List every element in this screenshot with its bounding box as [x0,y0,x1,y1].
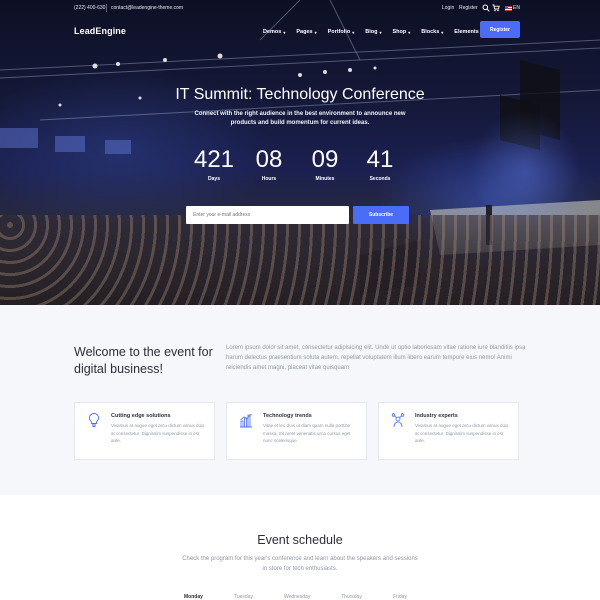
people-network-icon [391,413,405,428]
nav-item-elements[interactable]: Elements▾ [454,27,482,37]
hero-subtitle: Connect with the right audience in the b… [194,111,406,126]
bar-chart-icon [240,413,252,428]
tab-wednesday[interactable]: Wednesday [284,594,310,600]
feature-card: Industry experts Vivamus at augue eget a… [378,402,519,460]
welcome-section: Welcome to the event for digital busines… [0,305,600,495]
hero-section: (222) 400-630 contact@leadengine-theme.c… [0,0,600,305]
top-bar: (222) 400-630 contact@leadengine-theme.c… [0,0,600,18]
nav-item-label: Blog [365,29,378,35]
chevron-down-icon: ▾ [408,29,411,35]
nav-item-shop[interactable]: Shop ▾ [392,27,410,37]
welcome-text: Lorem ipsum dolor sit amet, consectetur … [226,345,526,371]
language-selector[interactable]: EN [513,5,520,11]
card-body: Vivamus at augue eget arcu dictum varius… [415,423,509,443]
countdown-hours: 08 Hours [239,146,299,183]
schedule-day-tabs: Monday Tuesday Wednesday Thursday Friday [0,594,600,600]
countdown-label: Days [208,176,220,182]
nav-item-label: Blocks [421,29,440,35]
nav-item-label: Elements [454,29,479,35]
nav-item-portfolio[interactable]: Portfolio ▾ [328,27,355,37]
nav-menu: Demos ▾ Pages ▾ Portfolio ▾ Blog ▾ Shop ▾ Blo… [263,27,483,37]
nav-item-demos[interactable]: Demos ▾ [263,27,285,37]
tab-tuesday[interactable]: Tuesday [234,594,253,600]
site-logo[interactable]: LeadEngine [74,26,126,36]
card-title: Technology trends [263,413,312,419]
search-icon[interactable] [482,4,490,12]
register-button[interactable]: Register [480,21,520,38]
countdown-seconds: 41 Seconds [350,146,410,183]
nav-item-label: Pages [296,29,313,35]
chevron-down-icon: ▾ [283,29,286,35]
nav-item-blog[interactable]: Blog ▾ [365,27,381,37]
nav-item-pages[interactable]: Pages ▾ [296,27,316,37]
us-flag-icon[interactable] [505,6,512,11]
card-body: Vivamus at augue eget arcu dictum varius… [111,423,205,443]
topbar-divider [106,4,107,12]
login-link[interactable]: Login [442,5,454,11]
main-navigation: LeadEngine Demos ▾ Pages ▾ Portfolio ▾ Blog… [0,18,600,44]
schedule-subtitle: Check the program for this year's confer… [182,556,418,572]
schedule-title: Event schedule [257,533,343,547]
countdown-value: 08 [255,146,283,173]
countdown-value: 421 [193,146,235,173]
countdown-label: Hours [261,176,277,182]
nav-item-label: Shop [392,29,407,35]
phone-number[interactable]: (222) 400-630 [74,5,105,11]
chevron-down-icon: ▾ [379,29,382,35]
cart-icon[interactable] [492,4,500,12]
countdown-label: Minutes [315,176,335,182]
register-link[interactable]: Register [459,5,478,11]
countdown-minutes: 09 Minutes [295,146,355,183]
countdown-timer: 421 Days 08 Hours 09 Minutes 41 Seconds [0,148,600,188]
email-subscribe-input[interactable] [186,206,349,224]
lightbulb-icon [88,413,100,427]
chevron-down-icon: ▾ [441,29,444,35]
card-title: Cutting edge solutions [111,413,171,419]
chevron-down-icon: ▾ [314,29,317,35]
countdown-value: 41 [366,146,394,173]
hero-title: IT Summit: Technology Conference [175,86,425,103]
chevron-down-icon: ▾ [352,29,355,35]
tab-friday[interactable]: Friday [393,594,407,600]
countdown-days: 421 Days [184,146,244,183]
card-body: Vitae et leo duis ut diam quam nulla por… [263,423,351,443]
welcome-title: Welcome to the event for digital busines… [74,345,213,376]
feature-card: Technology trends Vitae et leo duis ut d… [226,402,367,460]
tab-monday[interactable]: Monday [184,594,203,600]
subscribe-button[interactable]: Subscribe [353,206,409,224]
nav-item-label: Portfolio [327,29,351,35]
audience-image [0,215,600,305]
card-title: Industry experts [415,413,458,419]
feature-card: Cutting edge solutions Vivamus at augue … [74,402,215,460]
nav-item-label: Demos [263,29,282,35]
countdown-label: Seconds [369,176,391,182]
tab-thursday[interactable]: Thursday [341,594,362,600]
countdown-value: 09 [311,146,339,173]
nav-item-blocks[interactable]: Blocks ▾ [421,27,443,37]
contact-email[interactable]: contact@leadengine-theme.com [111,5,183,11]
